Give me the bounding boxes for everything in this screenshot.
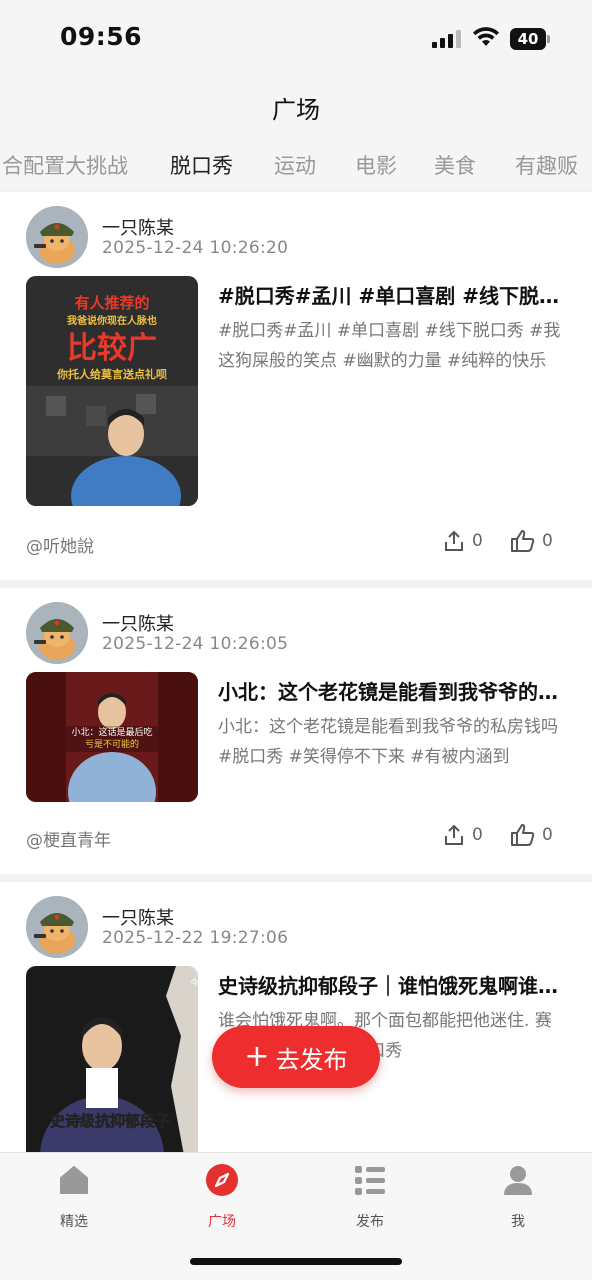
author-name[interactable]: 一只陈某 [102, 214, 174, 240]
tabbar-item-me[interactable]: 我 [478, 1163, 558, 1230]
svg-text:比较广: 比较广 [67, 331, 157, 366]
like-button[interactable]: 0 [510, 822, 553, 848]
post-description: #脱口秀#孟川 #单口喜剧 #线下脱口秀 #我这狗屎般的笑点 #幽默的力量 #纯… [218, 321, 561, 371]
share-count: 0 [472, 825, 483, 845]
video-thumbnail[interactable]: 小北：这话是最后吃 亏是不可能的 [26, 672, 198, 802]
nav-bar: 广场 [0, 80, 592, 138]
post-time: 2025-12-24 10:26:20 [102, 238, 289, 258]
tabbar-label: 我 [511, 1214, 525, 1230]
tabbar-label: 广场 [208, 1214, 236, 1230]
cat-avatar-image [26, 206, 88, 268]
share-icon [445, 824, 463, 845]
share-button[interactable]: 0 [442, 822, 483, 848]
svg-text:小北：这话是最后吃: 小北：这话是最后吃 [71, 726, 152, 738]
tab-challenge[interactable]: 合配置大挑战 [2, 150, 128, 180]
post-description: 小北：这个老花镜是能看到我爷爷的私房钱吗 #脱口秀 #笑得停不下来 #有被内涵到 [218, 717, 558, 767]
cat-avatar-image [26, 602, 88, 664]
battery-level: 40 [510, 28, 546, 50]
tab-movies[interactable]: 电影 [355, 150, 397, 180]
like-count: 0 [542, 825, 553, 845]
tabbar-item-square[interactable]: 广场 [182, 1163, 262, 1230]
tabbar-label: 精选 [60, 1214, 88, 1230]
source-account[interactable]: @梗直青年 [26, 826, 111, 851]
list-icon [355, 1166, 385, 1195]
cat-avatar-image [26, 896, 88, 958]
tabbar-item-featured[interactable]: 精选 [34, 1163, 114, 1230]
thumbs-up-icon [511, 824, 535, 846]
author-name[interactable]: 一只陈某 [102, 904, 174, 930]
wifi-icon [473, 27, 499, 46]
category-tabs: 合配置大挑战 脱口秀 运动 电影 美食 有趣贩 [0, 138, 592, 190]
avatar[interactable] [26, 896, 88, 958]
post-feed[interactable]: 一只陈某 2025-12-24 10:26:20 有人推荐的 我爸说你现在人脉也… [0, 192, 592, 1152]
svg-text:我爸说你现在人脉也: 我爸说你现在人脉也 [67, 314, 157, 327]
tab-sports[interactable]: 运动 [274, 150, 316, 180]
avatar[interactable] [26, 602, 88, 664]
svg-text:你托人给莫言送点礼呗: 你托人给莫言送点礼呗 [56, 367, 167, 381]
tabbar-label: 发布 [356, 1214, 384, 1230]
svg-text:史诗级抗抑郁段子: 史诗级抗抑郁段子 [50, 1112, 170, 1130]
like-button[interactable]: 0 [510, 528, 553, 554]
post-title[interactable]: 史诗级抗抑郁段子｜谁怕饿死鬼啊谁会怕饿死鬼 [218, 970, 568, 999]
home-indicator[interactable] [190, 1258, 402, 1265]
source-account[interactable]: @听她說 [26, 532, 94, 557]
like-count: 0 [542, 531, 553, 551]
share-icon [445, 530, 463, 551]
post-title[interactable]: 小北：这个老花镜是能看到我爷爷的私房钱吗 [218, 676, 568, 705]
avatar[interactable] [26, 206, 88, 268]
post-time: 2025-12-22 19:27:06 [102, 928, 289, 948]
svg-text:亏是不可能的: 亏是不可能的 [85, 738, 139, 750]
tab-standup[interactable]: 脱口秀 [170, 150, 233, 180]
plus-icon: + [244, 1039, 270, 1074]
svg-text:有人推荐的: 有人推荐的 [74, 294, 149, 312]
post-title[interactable]: #脱口秀#孟川 #单口喜剧 #线下脱口秀 #我这狗屎般的笑点 [218, 280, 568, 309]
battery-icon: 40 [510, 28, 550, 50]
share-button[interactable]: 0 [442, 528, 483, 554]
tab-food[interactable]: 美食 [434, 150, 476, 180]
post-card[interactable]: 一只陈某 2025-12-24 10:26:20 有人推荐的 我爸说你现在人脉也… [0, 192, 592, 580]
status-time: 09:56 [60, 22, 143, 51]
cellular-signal-icon [432, 30, 462, 48]
status-bar: 09:56 40 [0, 0, 592, 80]
publish-button[interactable]: + 去发布 [212, 1026, 380, 1088]
video-thumbnail[interactable]: 今 史诗级抗抑郁段子 [26, 966, 198, 1152]
thumbnail-image: 今 史诗级抗抑郁段子 [26, 966, 198, 1152]
thumbnail-image: 小北：这话是最后吃 亏是不可能的 [26, 672, 198, 802]
share-count: 0 [472, 531, 483, 551]
tabbar-item-publish[interactable]: 发布 [330, 1163, 410, 1230]
post-card[interactable]: 一只陈某 2025-12-22 19:27:06 今 史诗级抗抑郁段子 史诗级抗… [0, 882, 592, 1152]
post-time: 2025-12-24 10:26:05 [102, 634, 289, 654]
user-icon [504, 1166, 532, 1195]
thumbs-up-icon [511, 530, 535, 552]
compass-icon [206, 1164, 238, 1196]
video-thumbnail[interactable]: 有人推荐的 我爸说你现在人脉也 比较广 你托人给莫言送点礼呗 [26, 276, 198, 506]
post-card[interactable]: 一只陈某 2025-12-24 10:26:05 小北：这话是最后吃 亏是不可能… [0, 588, 592, 874]
svg-text:今: 今 [190, 977, 198, 989]
author-name[interactable]: 一只陈某 [102, 610, 174, 636]
publish-label: 去发布 [275, 1045, 348, 1074]
home-icon [60, 1166, 88, 1194]
tab-fun[interactable]: 有趣贩 [515, 150, 578, 180]
page-title: 广场 [272, 96, 320, 124]
thumbnail-image: 有人推荐的 我爸说你现在人脉也 比较广 你托人给莫言送点礼呗 [26, 276, 198, 506]
